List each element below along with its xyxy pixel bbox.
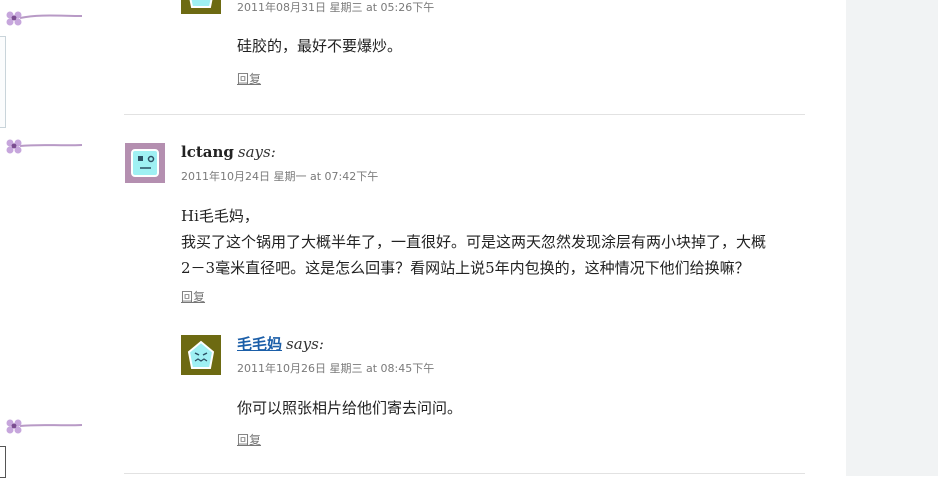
pentagon-monster-avatar-icon[interactable]: [181, 335, 221, 375]
comment-date[interactable]: 2011年08月31日 星期三 at 05:26下午: [237, 0, 434, 15]
right-gutter: [846, 0, 938, 476]
author-name-link[interactable]: 毛毛妈: [237, 335, 282, 353]
sidebar-box-fragment: [0, 36, 6, 128]
square-monster-avatar-icon[interactable]: [125, 143, 165, 183]
author-name: lctang: [181, 143, 234, 161]
reply-link[interactable]: 回复: [237, 70, 261, 87]
sidebar-box-fragment-bottom: [0, 446, 6, 478]
reply-link[interactable]: 回复: [237, 431, 261, 448]
says-label: says:: [237, 143, 276, 161]
comment-author: 毛毛妈 says:: [237, 333, 324, 354]
comment-body: 你可以照张相片给他们寄去问问。: [237, 399, 463, 417]
comment-author: lctang says:: [181, 143, 276, 161]
reply-link[interactable]: 回复: [181, 288, 205, 305]
flower-ornament-icon: [6, 11, 83, 26]
comment-date[interactable]: 2011年10月26日 星期三 at 08:45下午: [237, 360, 434, 376]
comment-divider: [124, 473, 805, 474]
comment-date[interactable]: 2011年10月24日 星期一 at 07:42下午: [181, 168, 378, 184]
flower-ornament-icon: [6, 419, 83, 434]
comment-body: Hi毛毛妈， 我买了这个锅用了大概半年了，一直很好。可是这两天忽然发现涂层有两小…: [181, 207, 767, 277]
pentagon-monster-avatar-icon[interactable]: [181, 0, 221, 14]
says-label: says:: [286, 335, 324, 353]
left-sidebar-strip: [0, 0, 90, 478]
flower-ornament-icon: [6, 139, 83, 154]
comment-divider: [124, 114, 805, 115]
comment-body: 硅胶的，最好不要爆炒。: [237, 37, 403, 55]
